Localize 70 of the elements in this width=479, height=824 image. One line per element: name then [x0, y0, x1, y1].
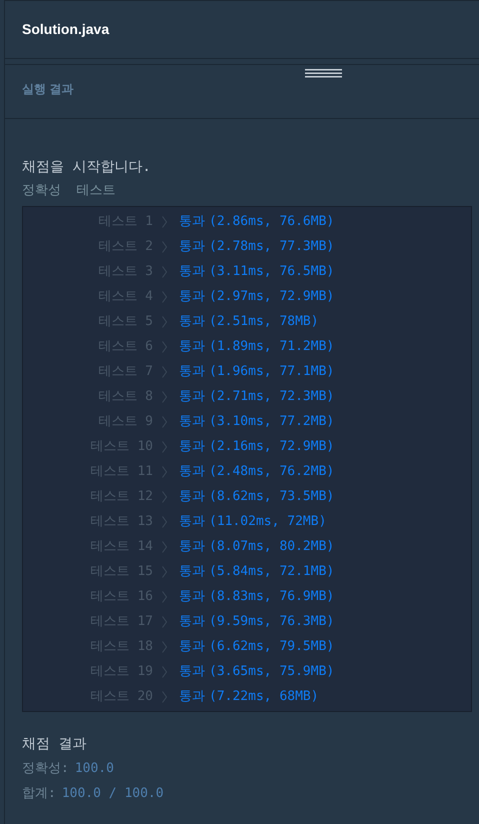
chevron-icon	[162, 216, 167, 228]
chevron-icon	[162, 440, 167, 452]
chevron-icon	[162, 240, 167, 252]
test-detail: (1.96ms, 77.1MB)	[209, 362, 334, 381]
test-status: 통과	[179, 338, 205, 356]
test-status: 통과	[179, 562, 205, 581]
file-tab-title[interactable]: Solution.java	[22, 19, 110, 40]
test-detail: (9.59ms, 76.3MB)	[209, 612, 334, 631]
test-detail: (2.97ms, 72.9MB)	[209, 288, 334, 306]
chevron-icon	[162, 616, 167, 628]
test-status: 통과	[179, 212, 205, 231]
summary-value: 100.0	[74, 760, 114, 778]
chevron-icon	[162, 290, 167, 302]
test-status: 통과	[179, 538, 205, 556]
test-status: 통과	[179, 438, 205, 456]
chevron-icon	[162, 640, 167, 652]
test-detail: (2.51ms, 78MB)	[209, 312, 319, 331]
test-detail: (6.62ms, 79.5MB)	[209, 638, 334, 656]
test-detail: (2.78ms, 77.3MB)	[209, 238, 334, 256]
test-status: 통과	[179, 288, 205, 306]
chevron-icon	[162, 566, 167, 578]
summary-label: 합계:	[22, 785, 56, 803]
test-detail: (5.84ms, 72.1MB)	[209, 562, 334, 581]
test-detail: (11.02ms, 72MB)	[209, 512, 326, 531]
test-status: 통과	[179, 588, 205, 606]
console-intro: 채점을 시작합니다.	[22, 158, 152, 177]
test-detail: (3.11ms, 76.5MB)	[209, 262, 334, 281]
chevron-icon	[162, 590, 167, 602]
chevron-icon	[162, 690, 167, 702]
panel-title: 실행 결과	[22, 81, 74, 98]
test-status: 통과	[179, 388, 205, 406]
test-status: 통과	[179, 362, 205, 381]
test-status: 통과	[179, 512, 205, 531]
test-detail: (2.48ms, 76.2MB)	[209, 462, 334, 481]
section-label: 정확성 테스트	[22, 182, 117, 200]
summary-label: 정확성:	[22, 760, 69, 778]
chevron-icon	[162, 490, 167, 502]
test-detail: (2.71ms, 72.3MB)	[209, 388, 334, 406]
test-detail: (1.89ms, 71.2MB)	[209, 338, 334, 356]
chevron-icon	[162, 390, 167, 402]
test-status: 통과	[179, 312, 205, 331]
resize-handle-icon[interactable]	[305, 68, 342, 78]
chevron-icon	[162, 466, 167, 478]
test-detail: (3.10ms, 77.2MB)	[209, 412, 334, 431]
test-status: 통과	[179, 612, 205, 631]
summary-title: 채점 결과	[22, 735, 88, 754]
chevron-icon	[162, 266, 167, 278]
test-status: 통과	[179, 238, 205, 256]
test-status: 통과	[179, 462, 205, 481]
chevron-icon	[162, 516, 167, 528]
test-detail: (7.22ms, 68MB)	[209, 688, 319, 706]
test-status: 통과	[179, 262, 205, 281]
test-detail: (2.16ms, 72.9MB)	[209, 438, 334, 456]
test-detail: (8.62ms, 73.5MB)	[209, 488, 334, 506]
test-status: 통과	[179, 638, 205, 656]
test-detail: (8.83ms, 76.9MB)	[209, 588, 334, 606]
test-status: 통과	[179, 412, 205, 431]
test-detail: (2.86ms, 76.6MB)	[209, 212, 334, 231]
chevron-icon	[162, 416, 167, 428]
test-detail: (3.65ms, 75.9MB)	[209, 662, 334, 681]
chevron-icon	[162, 340, 167, 352]
chevron-icon	[162, 316, 167, 328]
test-status: 통과	[179, 688, 205, 706]
test-detail: (8.07ms, 80.2MB)	[209, 538, 334, 556]
summary-value: 100.0 / 100.0	[62, 785, 164, 803]
test-status: 통과	[179, 488, 205, 506]
chevron-icon	[162, 366, 167, 378]
chevron-icon	[162, 540, 167, 552]
chevron-icon	[162, 666, 167, 678]
test-status: 통과	[179, 662, 205, 681]
